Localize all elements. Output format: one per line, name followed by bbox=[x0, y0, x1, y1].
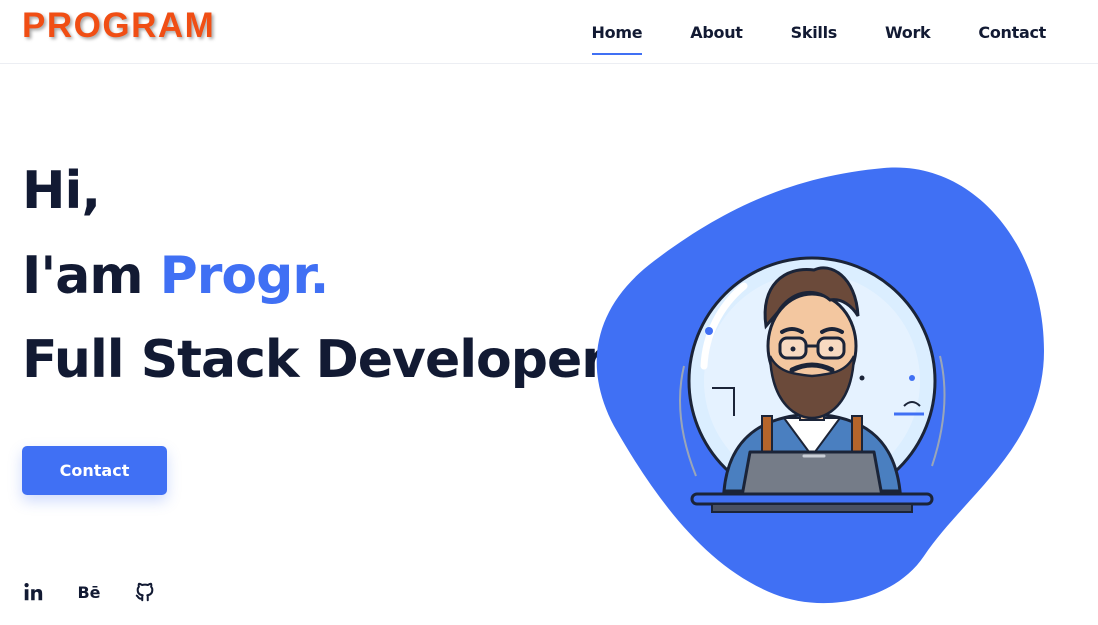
nav-skills[interactable]: Skills bbox=[791, 23, 838, 42]
developer-illustration bbox=[596, 167, 1044, 604]
nav-home[interactable]: Home bbox=[591, 23, 643, 55]
github-link[interactable] bbox=[131, 578, 159, 606]
nav-about[interactable]: About bbox=[690, 23, 743, 42]
github-icon bbox=[135, 582, 154, 602]
nav-contact[interactable]: Contact bbox=[978, 23, 1046, 42]
hero-illustration bbox=[594, 166, 1046, 606]
desk bbox=[690, 492, 934, 506]
hero-role: Full Stack Developer bbox=[22, 330, 607, 390]
laptop-screen bbox=[740, 450, 884, 498]
hero-intro-prefix: I'am bbox=[22, 246, 160, 306]
site-header: PROGRAM Home About Skills Work Contact bbox=[0, 0, 1098, 64]
site-logo[interactable]: PROGRAM bbox=[22, 6, 215, 46]
linkedin-link[interactable] bbox=[19, 578, 47, 606]
nav-work[interactable]: Work bbox=[885, 23, 931, 42]
linkedin-icon bbox=[24, 583, 43, 601]
hero-intro: I'am Progr. bbox=[22, 246, 330, 306]
hero-name: Progr. bbox=[159, 246, 330, 306]
hero-greeting: Hi, bbox=[22, 161, 101, 221]
behance-icon: Bē bbox=[77, 582, 101, 602]
main-nav: Home About Skills Work Contact bbox=[544, 0, 1046, 64]
contact-button[interactable]: Contact bbox=[22, 446, 167, 495]
behance-link[interactable]: Bē bbox=[75, 578, 103, 606]
